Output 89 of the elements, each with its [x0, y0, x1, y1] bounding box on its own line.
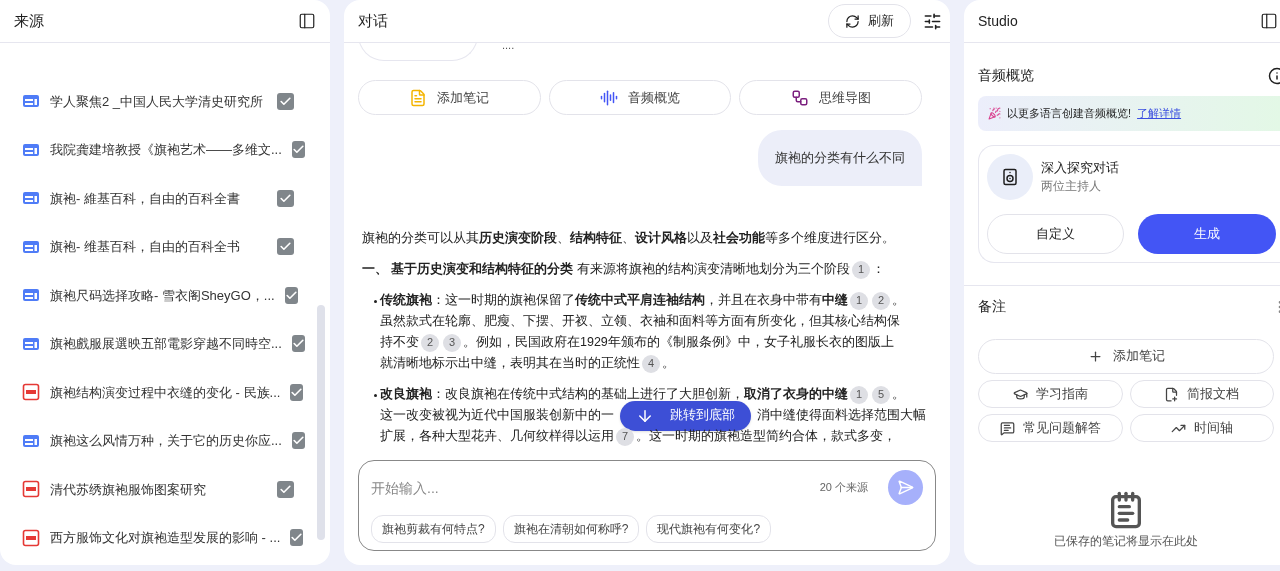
answer-text: 消中缝使得面料选择范围大幅 — [757, 407, 926, 424]
panel-toggle-icon[interactable] — [298, 12, 316, 30]
citation-badge[interactable]: 2 — [421, 333, 439, 352]
source-title[interactable]: 学人聚焦2 _中国人民大学清史研究所 — [50, 91, 267, 111]
plus-icon — [1087, 349, 1103, 364]
source-title[interactable]: 旗袍戲服展選映五部電影穿越不同時空... — [50, 334, 282, 354]
source-title[interactable]: 我院龚建培教授《旗袍艺术——多维文... — [50, 140, 282, 160]
send-button[interactable] — [888, 470, 923, 505]
checkbox[interactable] — [284, 286, 298, 304]
citation-badge[interactable]: 7 — [616, 427, 634, 446]
web-page-icon — [22, 336, 40, 351]
learn-more-link[interactable]: 了解详情 — [1137, 105, 1182, 122]
answer-text: 。这一时期的旗袍造型简约合体，款式多变， — [636, 428, 896, 445]
audio-wave-icon — [600, 88, 618, 107]
document-icon — [1164, 386, 1180, 402]
answer-text: 。 — [892, 386, 905, 403]
pdf-file-icon — [22, 480, 40, 499]
ellipsis: .... — [502, 43, 515, 53]
citation-badge[interactable]: 1 — [851, 260, 870, 279]
check-icon — [284, 288, 298, 302]
answer-paragraph: 旗袍的分类可以从其历史演变阶段、结构特征、设计风格以及社会功能等多个维度进行区分。 — [362, 230, 896, 247]
send-icon — [897, 479, 914, 496]
answer-heading: 一、 基于历史演变和结构特征的分类 有来源将旗袍的结构演变清晰地划分为三个阶段 1 ： — [362, 259, 910, 280]
banner-text: 以更多语言创建音频概览! — [1007, 106, 1132, 122]
card-subtitle: 两位主持人 — [1041, 178, 1102, 196]
web-page-icon — [22, 433, 40, 448]
input-field[interactable]: 开始输入... — [371, 473, 820, 502]
citation-badge[interactable]: 2 — [872, 291, 890, 310]
generate-button[interactable]: 生成 — [1138, 214, 1276, 254]
panel-title: 来源 — [14, 10, 44, 31]
source-title[interactable]: 旗袍- 維基百科，自由的百科全書 — [50, 188, 267, 208]
web-page-icon — [22, 239, 40, 254]
checkbox[interactable] — [277, 480, 294, 498]
checkbox[interactable] — [290, 383, 304, 401]
settings-icon[interactable] — [923, 11, 942, 31]
checkbox[interactable] — [291, 432, 305, 450]
web-page-icon — [22, 142, 40, 157]
source-title[interactable]: 旗袍- 维基百科，自由的百科全书 — [50, 237, 267, 257]
info-icon[interactable] — [1268, 66, 1280, 85]
pdf-file-icon — [22, 528, 40, 547]
user-message: 旗袍的分类有什么不同 — [758, 130, 922, 186]
checkbox[interactable] — [277, 92, 294, 110]
web-page-icon — [22, 94, 40, 109]
note-icon — [409, 88, 428, 107]
answer-text: ：改良旗袍在传统中式结构的基础上进行了大胆创新，取消了衣身的中缝 — [432, 386, 848, 403]
card-title: 深入探究对话 — [1041, 159, 1119, 177]
section-title: 音频概览 — [978, 66, 1034, 85]
source-title[interactable]: 旗袍这么风情万种，关于它的历史你应... — [50, 431, 282, 451]
checkbox[interactable] — [277, 189, 294, 207]
chat-icon — [999, 420, 1015, 436]
graduation-cap-icon — [1012, 386, 1028, 402]
bullet-label: 改良旗袍 — [380, 386, 432, 403]
web-page-icon — [22, 288, 40, 303]
suggestion-chip[interactable]: 旗袍在清朝如何称呼? — [502, 515, 640, 543]
speaker-icon — [1001, 168, 1019, 186]
citation-badge[interactable]: 1 — [850, 291, 868, 310]
answer-text: 这一改变被视为近代中国服装创新中的一 — [380, 407, 614, 424]
citation-badge[interactable]: 3 — [443, 333, 461, 352]
answer-paragraph: 传统旗袍：这一时期的旗袍保留了传统中式平肩连袖结构，并且在衣身中带有中缝 1 2 。虽然款式在轮廓、肥瘦、下摆、开衩、立领、衣袖和面料等方面有所变化，但其核心结构保持不变 2 3 。例如，民国政府在1929年颁布的《制服条例》中，女子礼服长衣的图版上就清晰地标示出中缝，表明其在当时的正统性 4 。 — [380, 290, 905, 374]
check-icon — [279, 482, 292, 496]
source-count: 20 个来源 — [819, 480, 868, 496]
refresh-icon — [845, 13, 860, 29]
checkbox[interactable] — [277, 238, 294, 256]
party-popper-icon — [988, 107, 1001, 120]
checkbox[interactable] — [291, 141, 305, 159]
empty-notes-text: 已保存的笔记将显示在此处 — [1054, 533, 1198, 550]
panel-toggle-icon[interactable] — [1260, 12, 1278, 30]
checkbox[interactable] — [290, 529, 304, 547]
checkbox[interactable] — [291, 335, 305, 353]
check-icon — [290, 385, 304, 399]
check-icon — [279, 94, 292, 108]
source-title[interactable]: 西方服饰文化对旗袍造型发展的影响 - ... — [50, 528, 281, 548]
suggestion-chip[interactable]: 现代旗袍有何变化? — [646, 515, 772, 543]
mind-map-icon — [790, 88, 809, 107]
citation-badge[interactable]: 5 — [872, 385, 890, 404]
pdf-file-icon — [22, 383, 40, 402]
scrollbar[interactable] — [317, 305, 325, 540]
source-title[interactable]: 清代苏绣旗袍服饰图案研究 — [50, 479, 267, 499]
source-title[interactable]: 旗袍尺码选择攻略- 雪衣阁SheyGO，... — [50, 285, 275, 305]
panel-title: 对话 — [358, 10, 388, 31]
citation-badge[interactable]: 1 — [850, 385, 868, 404]
suggestion-chip[interactable]: 旗袍剪裁有何特点? — [371, 515, 496, 543]
section-title: 备注 — [978, 297, 1006, 316]
source-title[interactable]: 旗袍结构演变过程中衣缝的变化 - 民族... — [50, 382, 281, 402]
answer-text: 扩展，各种大型花卉、几何纹样得以运用 — [380, 428, 614, 445]
web-page-icon — [22, 191, 40, 206]
check-icon — [279, 191, 292, 205]
panel-title: Studio — [978, 11, 1018, 31]
citation-badge[interactable]: 4 — [642, 354, 660, 373]
